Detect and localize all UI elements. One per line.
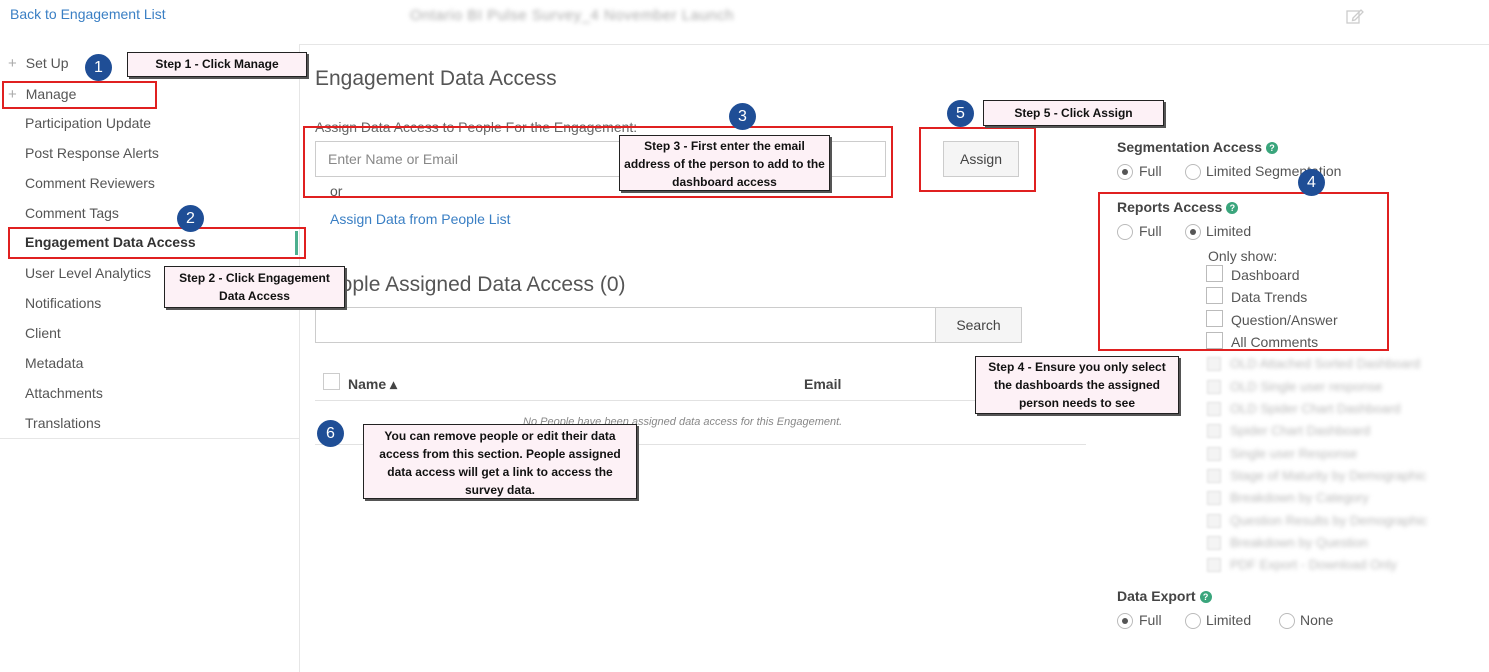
help-icon[interactable]: ?: [1199, 591, 1212, 603]
annotation-box-assign: [919, 127, 1036, 192]
select-all-checkbox[interactable]: [323, 373, 340, 390]
blurred-dashboard-item: Single user Response: [1230, 446, 1358, 461]
export-none-radio[interactable]: [1279, 613, 1295, 629]
sidebar-item-translations[interactable]: Translations: [25, 415, 101, 431]
sidebar-item-post-response-alerts[interactable]: Post Response Alerts: [25, 145, 159, 161]
column-header-name[interactable]: Name ▴: [348, 376, 397, 393]
export-full-label: Full: [1139, 612, 1162, 628]
sidebar-item-user-level-analytics[interactable]: User Level Analytics: [25, 265, 151, 281]
sidebar-item-notifications[interactable]: Notifications: [25, 295, 101, 311]
step-badge-5: 5: [947, 100, 974, 127]
annotation-step4: Step 4 - Ensure you only select the dash…: [975, 356, 1179, 414]
sidebar-item-comment-reviewers[interactable]: Comment Reviewers: [25, 175, 155, 191]
segmentation-access-label: Segmentation Access: [1117, 139, 1262, 155]
annotation-step5: Step 5 - Click Assign: [983, 100, 1164, 126]
data-export-label: Data Export: [1117, 588, 1196, 604]
segmentation-limited-radio[interactable]: [1185, 164, 1201, 180]
step-badge-6: 6: [317, 420, 344, 447]
blurred-dashboard-item: Breakdown by Category: [1230, 490, 1369, 505]
blurred-dashboard-item: PDF Export - Download Only: [1230, 557, 1397, 572]
header-divider: [300, 44, 1489, 45]
data-export-title: Data Export?: [1117, 588, 1212, 604]
table-header-divider: [315, 400, 1086, 401]
step-badge-1: 1: [85, 54, 112, 81]
blurred-checkbox[interactable]: [1207, 558, 1221, 572]
blurred-checkbox[interactable]: [1207, 380, 1221, 394]
page-title: Engagement Data Access: [315, 67, 557, 90]
sidebar-item-metadata[interactable]: Metadata: [25, 355, 83, 371]
help-icon[interactable]: ?: [1265, 142, 1278, 154]
export-limited-radio[interactable]: [1185, 613, 1201, 629]
column-header-email: Email: [804, 376, 842, 392]
annotation-box-manage: [2, 81, 157, 109]
segmentation-access-title: Segmentation Access?: [1117, 139, 1278, 155]
annotation-box-data-access: [8, 227, 306, 259]
export-full-radio[interactable]: [1117, 613, 1133, 629]
blurred-dashboard-item: OLD Spider Chart Dashboard: [1230, 401, 1401, 416]
blurred-checkbox[interactable]: [1207, 536, 1221, 550]
blurred-checkbox[interactable]: [1207, 447, 1221, 461]
back-to-engagement-list-link[interactable]: Back to Engagement List: [10, 6, 166, 22]
engagement-title: Ontario BI Pulse Survey_4 November Launc…: [410, 7, 734, 24]
blurred-dashboard-item: OLD Attached Sorted Dashboard: [1230, 356, 1421, 371]
export-limited-label: Limited: [1206, 612, 1252, 628]
sidebar-setup[interactable]: + Set Up: [8, 55, 69, 72]
people-assigned-title: People Assigned Data Access (0): [315, 273, 626, 296]
blurred-dashboard-item: Spider Chart Dashboard: [1230, 423, 1371, 438]
annotation-step1: Step 1 - Click Manage: [127, 52, 307, 77]
step-badge-4: 4: [1298, 169, 1325, 196]
blurred-checkbox[interactable]: [1207, 469, 1221, 483]
blurred-dashboard-item: Breakdown by Question: [1230, 535, 1369, 550]
search-button[interactable]: Search: [935, 307, 1022, 343]
sidebar-item-participation-update[interactable]: Participation Update: [25, 115, 151, 131]
blurred-dashboard-item: OLD Single user response: [1230, 379, 1383, 394]
segmentation-full-radio[interactable]: [1117, 164, 1133, 180]
sidebar-item-attachments[interactable]: Attachments: [25, 385, 103, 401]
blurred-checkbox[interactable]: [1207, 357, 1221, 371]
people-search-input[interactable]: [315, 307, 936, 343]
blurred-checkbox[interactable]: [1207, 491, 1221, 505]
assign-from-people-list-link[interactable]: Assign Data from People List: [330, 211, 511, 227]
sidebar-bottom-divider: [0, 438, 299, 439]
annotation-step2: Step 2 - Click Engagement Data Access: [164, 266, 345, 308]
blurred-checkbox[interactable]: [1207, 514, 1221, 528]
export-none-label: None: [1300, 612, 1334, 628]
blurred-checkbox[interactable]: [1207, 402, 1221, 416]
sidebar-setup-label: Set Up: [25, 55, 69, 71]
blurred-dashboard-item: Stage of Maturity by Demographic: [1230, 468, 1427, 483]
step-badge-3: 3: [729, 103, 756, 130]
sidebar-item-client[interactable]: Client: [25, 325, 61, 341]
plus-icon: +: [8, 55, 17, 72]
sidebar-divider: [299, 44, 300, 672]
blurred-checkbox[interactable]: [1207, 424, 1221, 438]
step-badge-2: 2: [177, 205, 204, 232]
sidebar-item-comment-tags[interactable]: Comment Tags: [25, 205, 119, 221]
annotation-step6: You can remove people or edit their data…: [363, 424, 637, 499]
blurred-dashboard-item: Question Results by Demographic: [1230, 513, 1428, 528]
annotation-box-reports-access: [1098, 192, 1389, 351]
segmentation-full-label: Full: [1139, 163, 1162, 179]
edit-icon[interactable]: [1346, 8, 1364, 24]
annotation-step3: Step 3 - First enter the email address o…: [619, 135, 830, 191]
